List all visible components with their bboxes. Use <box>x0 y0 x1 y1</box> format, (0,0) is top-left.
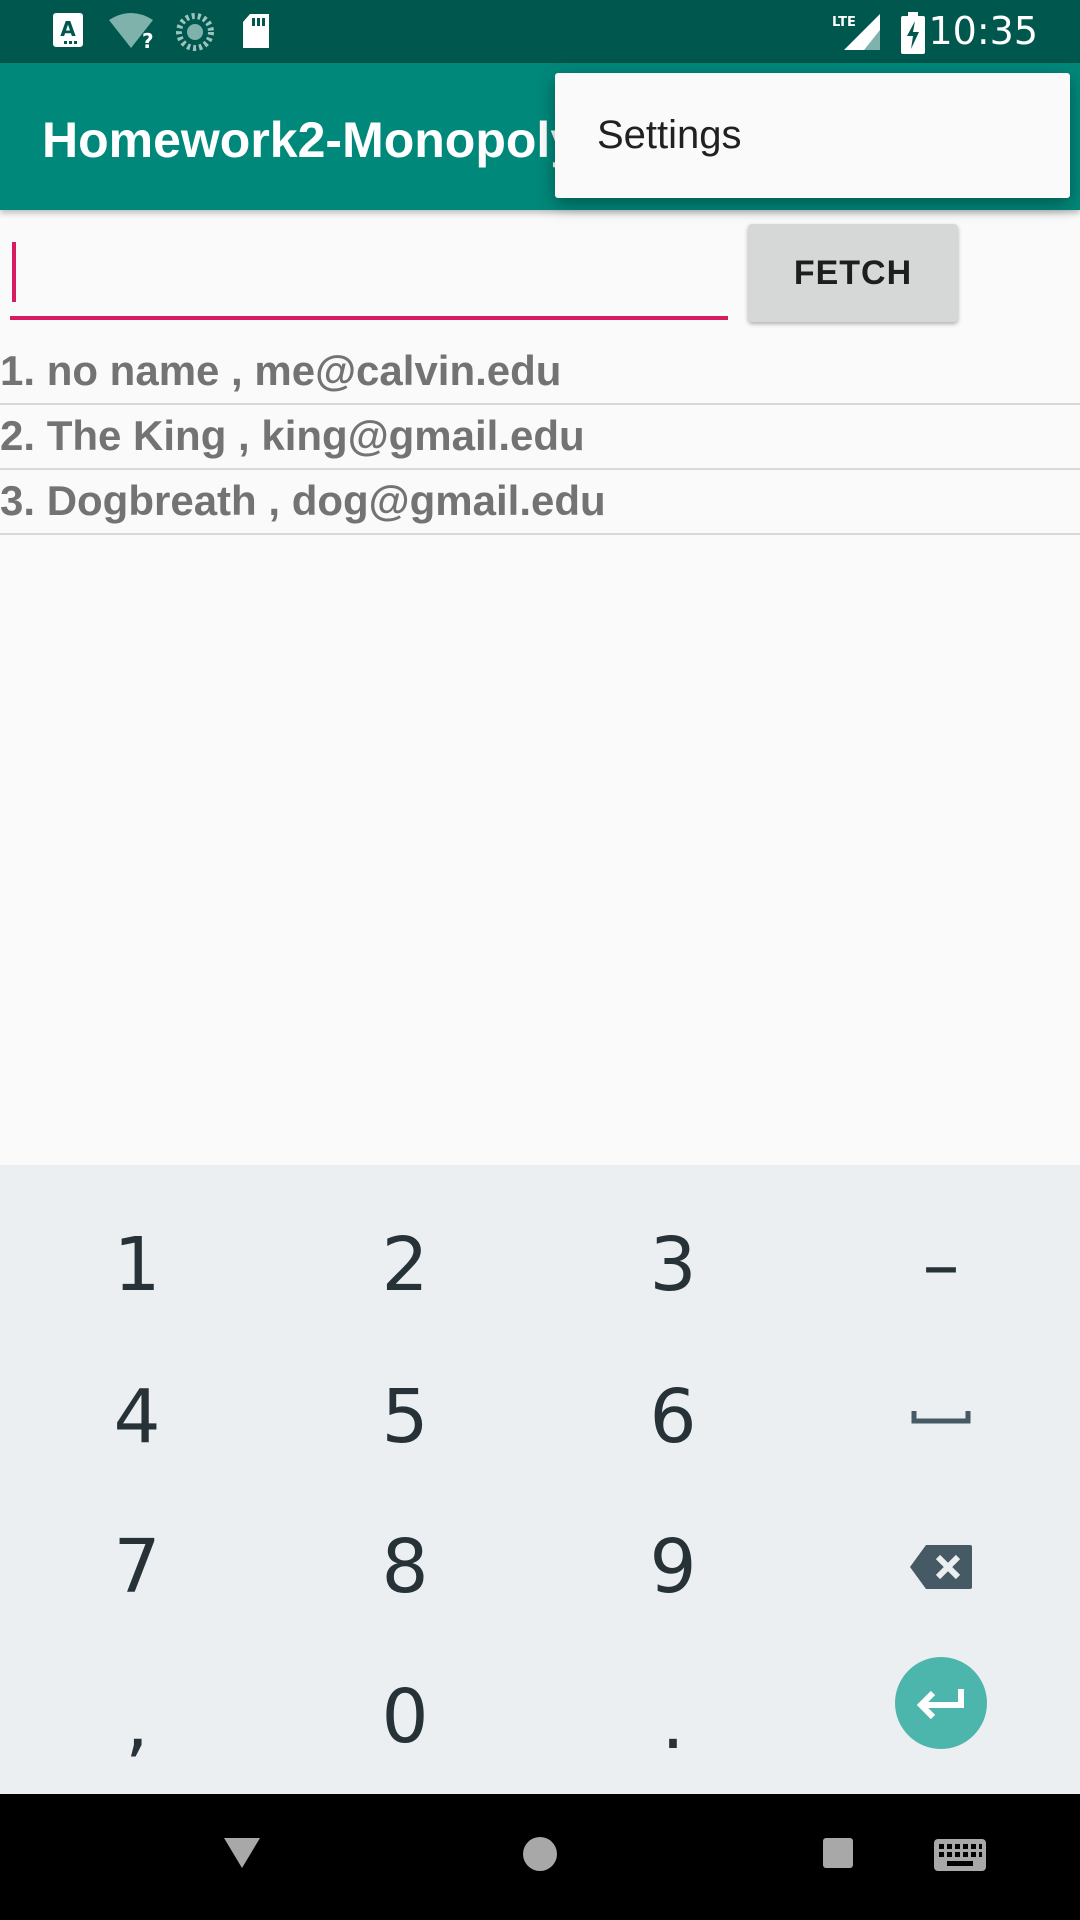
key-1[interactable]: 1 <box>2 1190 272 1340</box>
sd-card-icon <box>240 12 272 55</box>
key-0[interactable]: 0 <box>270 1642 540 1792</box>
backspace-icon <box>910 1545 972 1589</box>
clock: 10:35 <box>928 9 1038 53</box>
space-icon <box>911 1411 971 1424</box>
key-period[interactable]: . <box>538 1648 808 1798</box>
key-7[interactable]: 7 <box>2 1492 272 1642</box>
lte-signal-icon: LTE <box>830 12 882 57</box>
fetch-button[interactable]: FETCH <box>748 224 958 322</box>
status-bar: A ? LTE 10:35 <box>0 0 1080 63</box>
home-icon[interactable] <box>522 1836 558 1872</box>
key-backspace[interactable] <box>806 1492 1076 1642</box>
key-6[interactable]: 6 <box>538 1342 808 1492</box>
keyboard-switch-icon[interactable] <box>933 1838 987 1872</box>
sync-icon <box>175 12 215 57</box>
wifi-unknown-icon: ? <box>107 12 155 55</box>
navigation-bar <box>0 1794 1080 1920</box>
menu-item-settings[interactable]: Settings <box>597 113 742 158</box>
player-id-input[interactable] <box>24 240 708 314</box>
svg-text:?: ? <box>142 29 154 50</box>
svg-text:LTE: LTE <box>832 15 856 30</box>
accessibility-a-icon: A <box>52 12 84 53</box>
key-2[interactable]: 2 <box>270 1190 540 1340</box>
key-4[interactable]: 4 <box>2 1342 272 1492</box>
key-minus[interactable]: – <box>806 1190 1076 1340</box>
player-list: 1. no name , me@calvin.edu 2. The King ,… <box>0 340 1080 535</box>
recents-icon[interactable] <box>822 1837 854 1869</box>
key-comma[interactable]: , <box>2 1648 272 1798</box>
enter-icon <box>916 1689 964 1720</box>
text-cursor <box>12 242 16 302</box>
player-id-input-container[interactable] <box>10 240 728 320</box>
list-item[interactable]: 2. The King , king@gmail.edu <box>0 405 1080 470</box>
app-title: Homework2-Monopoly <box>42 112 562 168</box>
key-5[interactable]: 5 <box>270 1342 540 1492</box>
list-item[interactable]: 1. no name , me@calvin.edu <box>0 340 1080 405</box>
back-icon[interactable] <box>222 1836 262 1870</box>
key-space[interactable] <box>806 1342 1076 1492</box>
battery-charging-icon <box>900 12 926 59</box>
key-3[interactable]: 3 <box>538 1190 808 1340</box>
key-8[interactable]: 8 <box>270 1492 540 1642</box>
overflow-menu: Settings <box>555 73 1070 198</box>
list-item[interactable]: 3. Dogbreath , dog@gmail.edu <box>0 470 1080 535</box>
enter-key[interactable] <box>895 1657 987 1749</box>
svg-text:A: A <box>60 17 76 41</box>
key-9[interactable]: 9 <box>538 1492 808 1642</box>
